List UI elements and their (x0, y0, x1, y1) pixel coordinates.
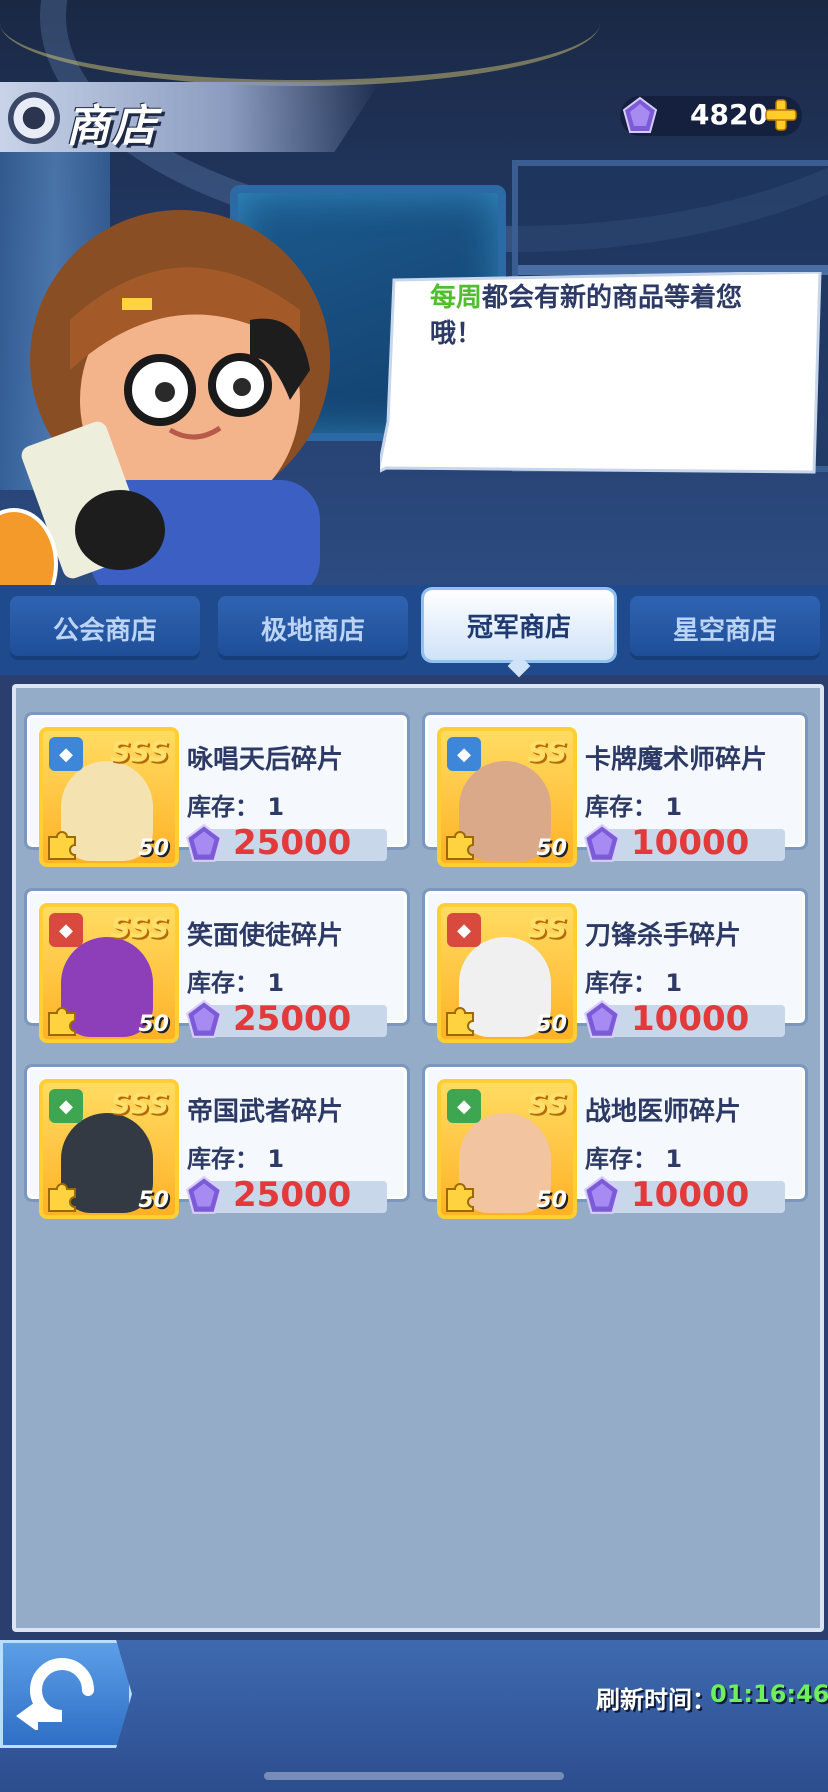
faction-icon: ◆ (447, 1089, 481, 1123)
puzzle-piece-icon (446, 1183, 474, 1212)
dialog-text: 每周都会有新的商品等着您哦！ (430, 280, 780, 352)
purple-gem-icon (185, 999, 223, 1038)
stock-value: 1 (267, 793, 285, 821)
item-name: 咏唱天后碎片 (187, 745, 344, 775)
tab-polar-shop[interactable]: 极地商店 (218, 596, 408, 660)
item-name: 笑面使徒碎片 (187, 921, 344, 951)
refresh-label: 刷新时间： (596, 1686, 716, 1714)
level-label: 50 (536, 836, 567, 861)
item-stock: 库存： 1 (585, 1139, 682, 1174)
faction-icon: ◆ (49, 1089, 83, 1123)
level-label: 50 (138, 836, 169, 861)
shop-item-card[interactable]: ◆ SSS 50 咏唱天后碎片 库存： 1 25000 (24, 712, 410, 867)
item-stock: 库存： 1 (187, 1139, 284, 1174)
stock-value: 1 (267, 1145, 285, 1173)
item-price: 10000 (631, 1175, 750, 1215)
faction-icon: ◆ (447, 913, 481, 947)
puzzle-piece-icon (48, 1183, 76, 1212)
stock-label: 库存： (187, 793, 259, 821)
home-indicator (264, 1772, 564, 1780)
level-label: 50 (536, 1012, 567, 1037)
item-stock: 库存： 1 (585, 963, 682, 998)
item-name: 帝国武者碎片 (187, 1097, 344, 1127)
puzzle-piece-icon (48, 831, 76, 860)
shop-item-card[interactable]: ◆ SS 50 刀锋杀手碎片 库存： 1 10000 (422, 888, 808, 1043)
stock-label: 库存： (585, 969, 657, 997)
hero-portrait: ◆ SSS 50 (39, 1079, 179, 1219)
tab-star-shop[interactable]: 星空商店 (630, 596, 820, 660)
puzzle-piece-icon (446, 831, 474, 860)
level-label: 50 (138, 1188, 169, 1213)
stock-label: 库存： (585, 1145, 657, 1173)
rank-label: SSS (110, 1087, 169, 1120)
dialog-highlight: 每周 (430, 283, 483, 313)
stock-label: 库存： (585, 793, 657, 821)
shop-item-card[interactable]: ◆ SSS 50 笑面使徒碎片 库存： 1 25000 (24, 888, 410, 1043)
shop-item-card[interactable]: ◆ SS 50 战地医师碎片 库存： 1 10000 (422, 1064, 808, 1219)
gear-icon (8, 92, 60, 144)
rank-label: SSS (110, 735, 169, 768)
level-label: 50 (138, 1012, 169, 1037)
currency-value: 4820 (690, 98, 768, 131)
rank-label: SS (527, 1087, 567, 1120)
refresh-timer: 01:16:46 (710, 1680, 828, 1708)
item-price: 25000 (233, 1175, 352, 1215)
item-stock: 库存： 1 (187, 963, 284, 998)
hero-portrait: ◆ SSS 50 (39, 727, 179, 867)
puzzle-piece-icon (48, 1007, 76, 1036)
faction-icon: ◆ (49, 737, 83, 771)
stock-label: 库存： (187, 969, 259, 997)
item-price: 10000 (631, 823, 750, 863)
stock-value: 1 (665, 1145, 683, 1173)
stock-value: 1 (267, 969, 285, 997)
purple-gem-icon (185, 1175, 223, 1214)
purple-gem-icon (583, 1175, 621, 1214)
purple-gem-icon (185, 823, 223, 862)
item-price: 25000 (233, 999, 352, 1039)
faction-icon: ◆ (447, 737, 481, 771)
stock-label: 库存： (187, 1145, 259, 1173)
item-name: 战地医师碎片 (585, 1097, 742, 1127)
item-price: 10000 (631, 999, 750, 1039)
plus-icon[interactable] (764, 98, 798, 132)
item-stock: 库存： 1 (187, 787, 284, 822)
rank-label: SS (527, 911, 567, 944)
tab-champion-shop[interactable]: 冠军商店 (424, 590, 614, 660)
shop-item-card[interactable]: ◆ SS 50 卡牌魔术师碎片 库存： 1 10000 (422, 712, 808, 867)
rank-label: SSS (110, 911, 169, 944)
rank-label: SS (527, 735, 567, 768)
shopkeeper-character (21, 210, 330, 600)
hero-portrait: ◆ SS 50 (437, 1079, 577, 1219)
item-name: 刀锋杀手碎片 (585, 921, 742, 951)
back-arrow-icon[interactable] (10, 1650, 106, 1730)
item-stock: 库存： 1 (585, 787, 682, 822)
stock-value: 1 (665, 793, 683, 821)
tab-guild-shop[interactable]: 公会商店 (10, 596, 200, 660)
purple-gem-icon (583, 823, 621, 862)
shop-item-card[interactable]: ◆ SSS 50 帝国武者碎片 库存： 1 25000 (24, 1064, 410, 1219)
faction-icon: ◆ (49, 913, 83, 947)
hero-portrait: ◆ SSS 50 (39, 903, 179, 1043)
page-title: 商店 (66, 101, 158, 152)
hero-portrait: ◆ SS 50 (437, 727, 577, 867)
purple-gem-icon (583, 999, 621, 1038)
stock-value: 1 (665, 969, 683, 997)
item-price: 25000 (233, 823, 352, 863)
hero-portrait: ◆ SS 50 (437, 903, 577, 1043)
item-name: 卡牌魔术师碎片 (585, 745, 768, 775)
puzzle-piece-icon (446, 1007, 474, 1036)
purple-gem-icon (622, 96, 658, 133)
level-label: 50 (536, 1188, 567, 1213)
